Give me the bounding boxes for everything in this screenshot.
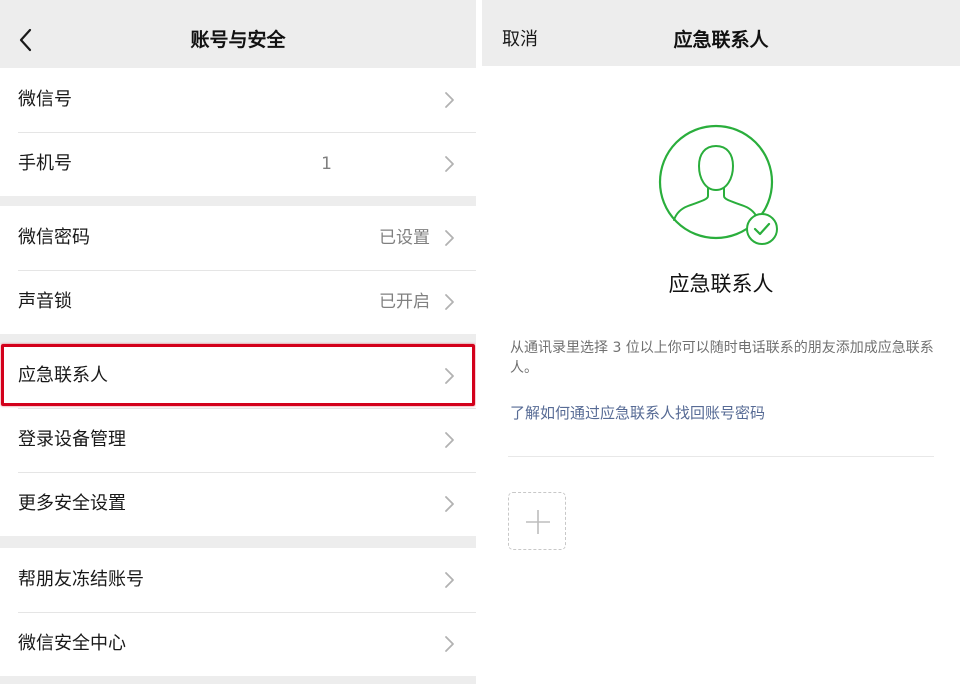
plus-icon — [526, 510, 550, 534]
chevron-right-icon — [445, 636, 454, 652]
row-value: 已设置 — [379, 228, 430, 248]
row-security-center[interactable]: 微信安全中心 — [0, 612, 476, 676]
row-value: 1 — [321, 154, 332, 174]
row-wechat-id[interactable]: 微信号 — [0, 68, 476, 132]
chevron-right-icon — [445, 156, 454, 172]
chevron-right-icon — [445, 230, 454, 246]
user-avatar-icon — [658, 124, 788, 254]
row-label: 应急联系人 — [18, 365, 108, 386]
chevron-right-icon — [445, 496, 454, 512]
settings-group-4: 帮朋友冻结账号 微信安全中心 — [0, 548, 476, 676]
emergency-contacts-panel: 取消 应急联系人 应急联系人 从通讯录里选择 3 位以上你可以随时电话联系的朋友… — [482, 0, 960, 684]
settings-group-3: 应急联系人 登录设备管理 更多安全设置 — [0, 344, 476, 536]
row-emergency-contacts[interactable]: 应急联系人 — [0, 344, 476, 408]
row-label: 登录设备管理 — [18, 429, 126, 450]
help-link[interactable]: 了解如何通过应急联系人找回账号密码 — [510, 402, 765, 423]
description-text: 从通讯录里选择 3 位以上你可以随时电话联系的朋友添加成应急联系人。 — [510, 340, 934, 376]
row-wechat-password[interactable]: 微信密码 已设置 — [0, 206, 476, 270]
right-navbar: 取消 应急联系人 — [482, 0, 960, 66]
page-title: 应急联系人 — [673, 29, 769, 51]
chevron-right-icon — [445, 294, 454, 310]
separator — [508, 456, 934, 457]
section-heading: 应急联系人 — [668, 272, 774, 296]
row-voice-lock[interactable]: 声音锁 已开启 — [0, 270, 476, 334]
settings-group-1: 微信号 手机号 1 — [0, 68, 476, 196]
chevron-right-icon — [445, 368, 454, 384]
chevron-right-icon — [445, 572, 454, 588]
check-circle-icon — [746, 213, 778, 245]
row-freeze-friend-account[interactable]: 帮朋友冻结账号 — [0, 548, 476, 612]
row-label: 更多安全设置 — [18, 493, 126, 514]
row-label: 微信密码 — [18, 227, 90, 248]
row-value: 已开启 — [379, 292, 430, 312]
row-phone-number[interactable]: 手机号 1 — [0, 132, 476, 196]
row-label: 帮朋友冻结账号 — [18, 569, 144, 590]
chevron-right-icon — [445, 92, 454, 108]
add-contact-button[interactable] — [508, 492, 566, 550]
row-label: 声音锁 — [18, 291, 72, 312]
left-navbar: 账号与安全 — [0, 0, 476, 66]
account-security-panel: 账号与安全 微信号 手机号 1 微信密码 已设置 声音锁 已开启 应急联系人 登… — [0, 0, 476, 684]
settings-group-2: 微信密码 已设置 声音锁 已开启 — [0, 206, 476, 334]
chevron-right-icon — [445, 432, 454, 448]
row-label: 微信号 — [18, 89, 72, 110]
row-more-security[interactable]: 更多安全设置 — [0, 472, 476, 536]
row-login-devices[interactable]: 登录设备管理 — [0, 408, 476, 472]
row-label: 微信安全中心 — [18, 633, 126, 654]
row-label: 手机号 — [18, 153, 72, 174]
